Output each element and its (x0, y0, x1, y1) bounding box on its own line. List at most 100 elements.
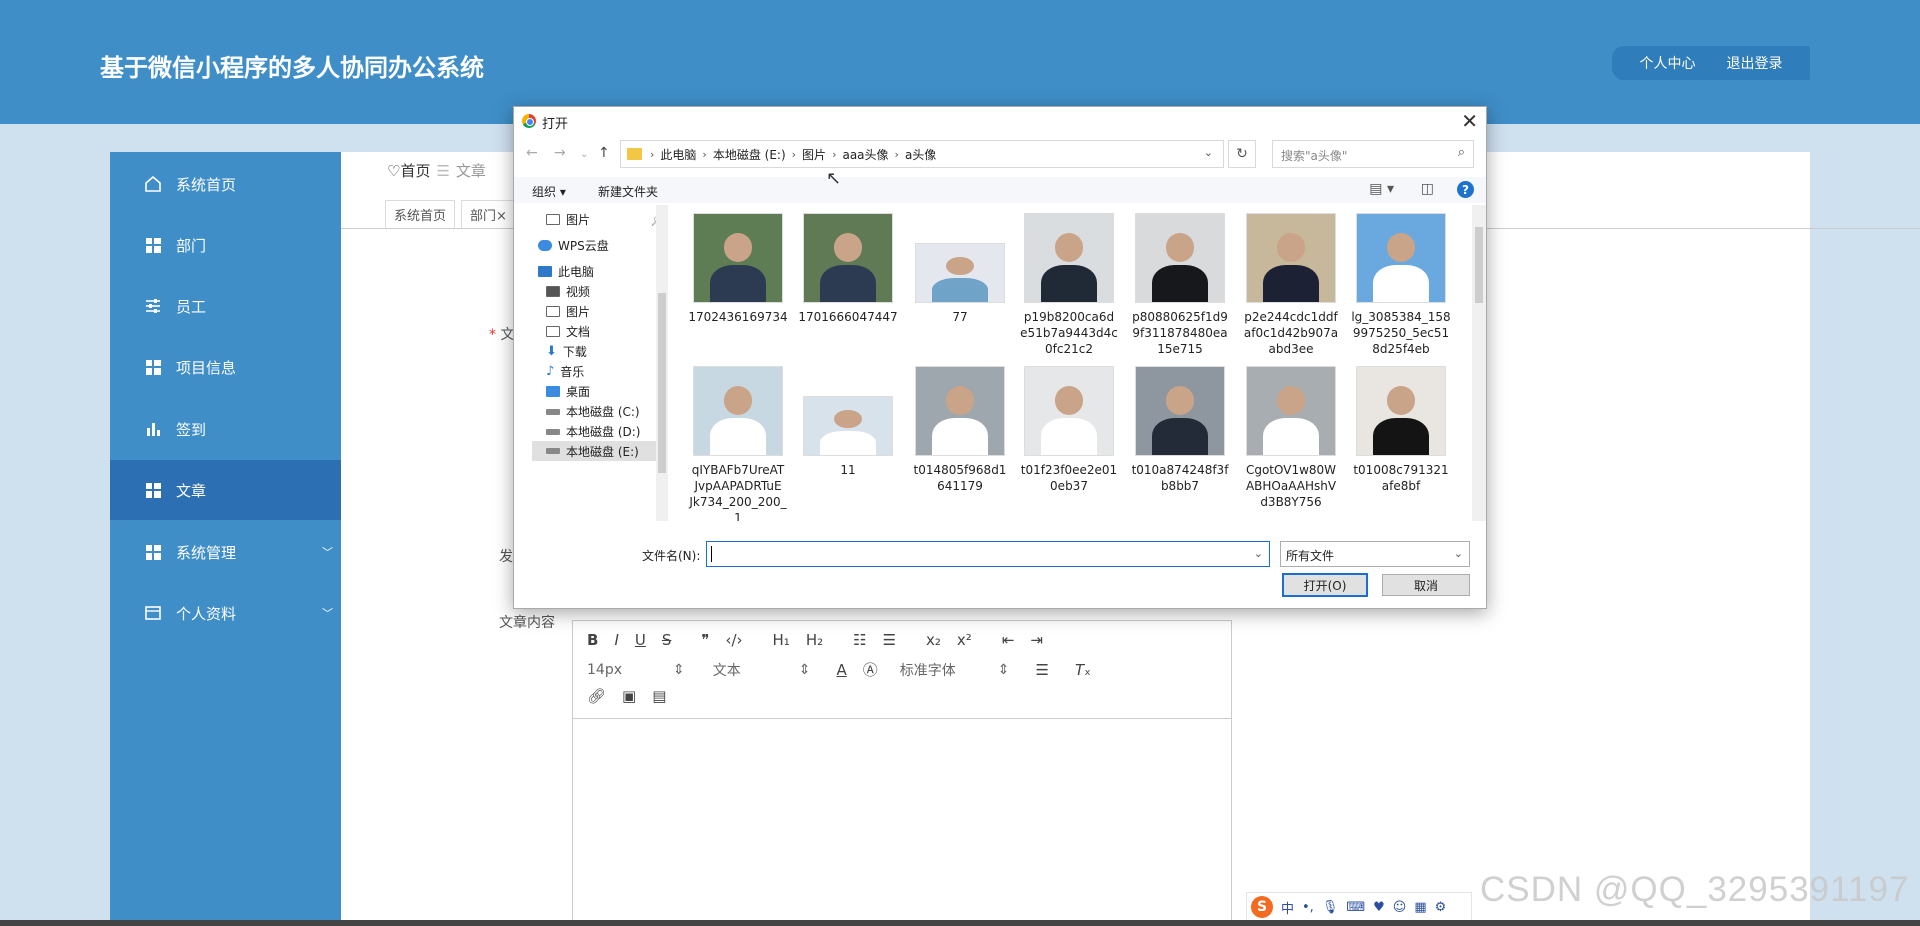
breadcrumb-home[interactable]: 首页 (400, 162, 430, 180)
font-size-select[interactable]: 14px ⇕ (587, 662, 685, 678)
path-segment[interactable]: aaa头像 (842, 146, 888, 163)
sidebar-item-checkin[interactable]: 签到 (110, 399, 341, 459)
up-icon[interactable]: ↑ (598, 145, 610, 161)
robot-icon[interactable]: ☺ (1393, 900, 1407, 915)
file-item[interactable]: 11 (798, 366, 898, 478)
file-item[interactable]: 77 (910, 213, 1010, 325)
refresh-icon[interactable]: ↻ (1228, 140, 1256, 168)
nav-item-downloads[interactable]: ⬇ 下载 (546, 343, 587, 360)
tab-department[interactable]: 部门× (461, 200, 516, 229)
chevron-down-icon[interactable]: ⌄ (1254, 547, 1263, 560)
nav-item-this-pc[interactable]: 此电脑 (538, 263, 594, 280)
nav-item-wps-cloud[interactable]: WPS云盘 (538, 237, 609, 254)
nav-item-music[interactable]: ♪ 音乐 (546, 363, 584, 380)
font-color-icon[interactable]: A (836, 661, 846, 679)
file-item[interactable]: lg_3085384_158 9975250_5ec51 8d25f4eb (1351, 213, 1451, 357)
sidebar-item-profile[interactable]: 个人资料 ﹀ (110, 583, 341, 643)
underline-icon[interactable]: U (635, 631, 646, 649)
paragraph-select[interactable]: 文本 ⇕ (713, 660, 811, 680)
sidebar-item-department[interactable]: 部门 (110, 215, 341, 275)
chevron-down-icon[interactable]: ⌄ (1204, 146, 1213, 159)
file-item[interactable]: t014805f968d1 641179 (910, 366, 1010, 494)
nav-item-disk-e[interactable]: 本地磁盘 (E:) (532, 441, 656, 461)
profile-center-button[interactable]: 个人中心 (1640, 53, 1696, 73)
ime-toolbar[interactable]: S 中 •, 🎙︎ ⌨ ♥ ☺ ▦ ⚙ (1246, 892, 1472, 922)
heading-2-icon[interactable]: H₂ (806, 631, 823, 649)
file-item[interactable]: t01008c791321 afe8bf (1351, 366, 1451, 494)
rich-text-editor[interactable]: B I U S ❞ ‹/› H₁ H₂ ☷ ☰ x₂ x² ⇤ ⇥ 14px ⇕ … (572, 620, 1232, 926)
open-button[interactable]: 打开(O) (1282, 573, 1368, 597)
file-item[interactable]: 1702436169734 (688, 213, 788, 325)
preview-pane-icon[interactable]: ◫ (1421, 181, 1434, 197)
nav-item-documents[interactable]: 文档 (546, 323, 590, 340)
code-icon[interactable]: ‹/› (725, 631, 742, 649)
file-type-select[interactable]: 所有文件 ⌄ (1280, 541, 1470, 567)
view-options-icon[interactable]: ▤ ▾ (1369, 181, 1394, 197)
nav-item-videos[interactable]: 视频 (546, 283, 590, 300)
file-item[interactable]: t01f23f0ee2e01 0eb37 (1019, 366, 1119, 494)
path-segment[interactable]: 图片 (802, 146, 826, 163)
filename-input[interactable]: ⌄ (706, 541, 1270, 567)
link-icon[interactable]: 🔗︎ (587, 687, 606, 705)
indent-icon[interactable]: ⇥ (1030, 631, 1043, 649)
recent-dropdown-icon[interactable]: ⌄ (580, 149, 588, 160)
cancel-button[interactable]: 取消 (1382, 574, 1470, 596)
nav-item-desktop[interactable]: 桌面 (546, 383, 590, 400)
sidebar-item-system-management[interactable]: 系统管理 ﹀ (110, 522, 341, 582)
video-icon[interactable]: ▤ (652, 687, 666, 705)
background-color-icon[interactable]: Ⓐ (863, 659, 878, 680)
close-icon[interactable]: ✕ (1461, 109, 1478, 133)
path-segment[interactable]: a头像 (905, 146, 936, 163)
search-input[interactable]: 搜索"a头像" ⌕ (1272, 140, 1474, 168)
nav-item-pictures-2[interactable]: 图片 (546, 303, 590, 320)
toolbox-icon[interactable]: ▦ (1414, 900, 1426, 915)
subscript-icon[interactable]: x₂ (926, 631, 941, 649)
file-item[interactable]: 1701666047447 (798, 213, 898, 325)
italic-icon[interactable]: I (614, 631, 618, 649)
new-folder-button[interactable]: 新建文件夹 (598, 183, 658, 200)
file-item[interactable]: CgotOV1w80W ABHOaAAHshV d3B8Y756 (1241, 366, 1341, 510)
settings-icon[interactable]: ⚙ (1435, 900, 1447, 915)
font-family-select[interactable]: 标准字体 ⇕ (900, 660, 1010, 680)
bold-icon[interactable]: B (587, 631, 598, 649)
image-icon[interactable]: ▣ (622, 687, 636, 705)
scrollbar-thumb[interactable] (658, 293, 666, 473)
ime-punct[interactable]: •, (1302, 900, 1314, 915)
scrollbar-thumb[interactable] (1475, 227, 1483, 303)
clear-format-icon[interactable]: Tₓ (1075, 661, 1091, 679)
sidebar-item-employee[interactable]: 员工 (110, 276, 341, 336)
align-icon[interactable]: ☰ (1035, 661, 1048, 679)
path-segment[interactable]: 本地磁盘 (E:) (713, 146, 786, 163)
file-scrollbar[interactable] (1472, 205, 1486, 521)
bullet-list-icon[interactable]: ☰ (883, 631, 896, 649)
back-icon[interactable]: ← (526, 145, 538, 161)
heading-1-icon[interactable]: H₁ (773, 631, 790, 649)
nav-item-disk-c[interactable]: 本地磁盘 (C:) (546, 403, 640, 420)
file-item[interactable]: p19b8200ca6d e51b7a9443d4c 0fc21c2 (1019, 213, 1119, 357)
path-segment[interactable]: 此电脑 (660, 146, 696, 163)
file-item[interactable]: t010a874248f3f b8bb7 (1130, 366, 1230, 494)
sidebar-item-home[interactable]: 系统首页 (110, 154, 341, 214)
sidebar-item-project-info[interactable]: 项目信息 (110, 337, 341, 397)
file-item[interactable]: p80880625f1d9 9f311878480ea 15e715 (1130, 213, 1230, 357)
ordered-list-icon[interactable]: ☷ (853, 631, 866, 649)
superscript-icon[interactable]: x² (957, 631, 972, 649)
keyboard-icon[interactable]: ⌨ (1346, 900, 1365, 915)
organize-button[interactable]: 组织 ▾ (532, 183, 566, 200)
address-bar[interactable]: › 此电脑 › 本地磁盘 (E:) › 图片 › aaa头像 › a头像 ⌄ (620, 140, 1224, 168)
strikethrough-icon[interactable]: S (662, 631, 672, 649)
file-item[interactable]: p2e244cdc1ddf af0c1d42b907a abd3ee (1241, 213, 1341, 357)
help-icon[interactable]: ? (1457, 181, 1474, 198)
blockquote-icon[interactable]: ❞ (701, 631, 709, 649)
nav-item-pictures[interactable]: 图片📌︎ (546, 211, 665, 228)
tab-home[interactable]: 系统首页 (385, 200, 456, 229)
outdent-icon[interactable]: ⇤ (1002, 631, 1015, 649)
skin-icon[interactable]: ♥ (1373, 900, 1385, 915)
nav-scrollbar[interactable] (656, 205, 668, 521)
sidebar-item-article[interactable]: 文章 (110, 460, 341, 520)
nav-item-disk-d[interactable]: 本地磁盘 (D:) (546, 423, 640, 440)
forward-icon[interactable]: → (554, 145, 566, 161)
microphone-icon[interactable]: 🎙︎ (1322, 900, 1339, 915)
file-item[interactable]: qIYBAFb7UreAT JvpAAPADRTuE Jk734_200_200… (688, 366, 788, 521)
logout-button[interactable]: 退出登录 (1727, 53, 1783, 73)
